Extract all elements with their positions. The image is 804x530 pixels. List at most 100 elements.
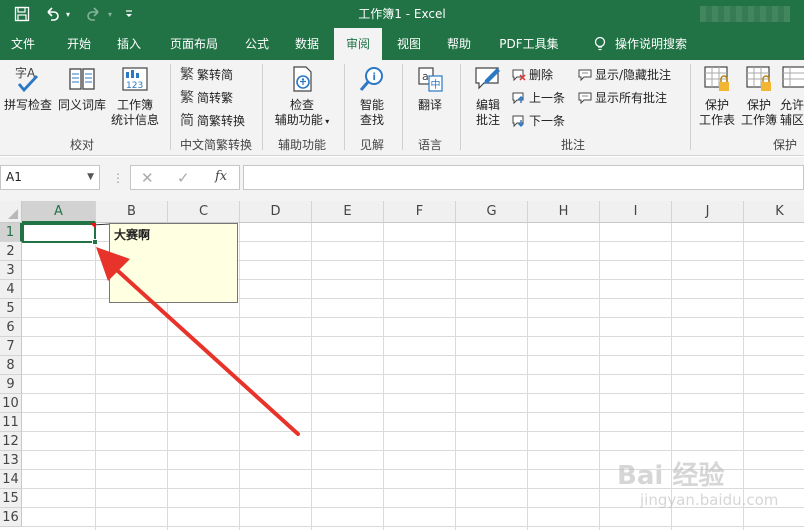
ribbon-tabs: 文件 开始 插入 页面布局 公式 数据 审阅 视图 帮助 PDF工具集 操作说明… [0, 28, 804, 60]
spreadsheet-grid: A B C D E F G H I J K 1 2 3 4 5 6 7 8 9 … [0, 201, 804, 530]
vertical-dots-icon[interactable]: ⋮ [112, 171, 124, 185]
chinese-conversion-icon: 简 [180, 112, 194, 129]
group-label-chinese-conversion: 中文简繁转换 [179, 138, 252, 152]
trad-to-simp-label: 繁转简 [197, 68, 234, 82]
group-label-comments: 批注 [560, 138, 585, 152]
show-hide-comment-icon [578, 69, 592, 81]
group-label-protect: 保护 [772, 138, 797, 152]
protect-sheet-label-1: 保护 [704, 98, 729, 112]
group-label-proofing: 校对 [69, 138, 94, 152]
delete-comment-button[interactable]: 删除 [512, 66, 553, 83]
smart-lookup-label-1: 智能 [359, 98, 384, 112]
edit-comment-label-1: 编辑 [475, 98, 500, 112]
show-all-comments-label: 显示所有批注 [595, 91, 668, 105]
svg-text:a: a [422, 70, 429, 83]
svg-text:i: i [373, 72, 376, 83]
thesaurus-label: 同义词库 [57, 98, 106, 112]
spell-check-button[interactable]: 字A 拼写检查 [2, 64, 54, 122]
next-comment-label: 下一条 [529, 114, 566, 128]
thesaurus-icon [69, 68, 95, 90]
show-all-comments-icon [578, 92, 592, 104]
protect-workbook-icon [746, 66, 771, 91]
formula-input[interactable] [243, 165, 804, 190]
ribbon-review: 字A 拼写检查 同义词库 123 工作簿 统计信息 校对 繁 繁转简 繁 简转繁… [0, 60, 804, 156]
check-accessibility-button[interactable]: 检查 辅助功能 ▾ [266, 64, 338, 132]
group-label-insights: 见解 [359, 138, 384, 152]
previous-comment-icon [512, 92, 524, 104]
show-all-comments-button[interactable]: 显示所有批注 [578, 89, 667, 106]
workbook-statistics-label-1: 工作簿 [116, 98, 153, 112]
group-separator [170, 64, 171, 150]
edit-comment-icon [475, 67, 500, 90]
allow-edit-ranges-label-1: 允许 [780, 98, 804, 112]
tell-me-label: 操作说明搜索 [614, 37, 687, 51]
confirm-icon[interactable]: ✓ [177, 169, 190, 187]
previous-comment-button[interactable]: 上一条 [512, 89, 565, 106]
protect-sheet-icon [704, 66, 729, 91]
svg-text:字A: 字A [15, 65, 36, 80]
chinese-conversion-label: 简繁转换 [197, 114, 246, 128]
baidu-watermark-url: jingyan.baidu.com [640, 491, 779, 509]
formula-bar-area: A1 ▼ ⋮ ✕ ✓ fx [0, 157, 804, 201]
smart-lookup-label-2: 查找 [359, 113, 384, 127]
check-accessibility-label-2: 辅助功能 [274, 113, 323, 127]
blurred-account-area [700, 6, 790, 22]
cancel-icon[interactable]: ✕ [141, 169, 154, 187]
tab-page-layout[interactable]: 页面布局 [160, 28, 228, 60]
title-bar: ▾ ▾ 工作簿1 - Excel [0, 0, 804, 28]
smart-lookup-button[interactable]: i 智能 查找 [350, 64, 394, 132]
svg-text:123: 123 [126, 81, 143, 91]
spell-check-icon: 字A [15, 65, 39, 93]
allow-edit-ranges-label-2: 辅区 [780, 113, 804, 127]
translate-button[interactable]: a中 翻译 [408, 64, 452, 122]
delete-comment-label: 删除 [529, 68, 554, 82]
simp-to-trad-label: 简转繁 [197, 91, 234, 105]
accessibility-check-icon [293, 66, 312, 92]
show-hide-comment-label: 显示/隐藏批注 [595, 68, 672, 82]
translate-icon: a中 [418, 67, 443, 92]
svg-text:中: 中 [431, 78, 441, 91]
next-comment-icon [512, 115, 524, 127]
tab-insert[interactable]: 插入 [106, 28, 152, 60]
traditional-to-simplified-button[interactable]: 繁 繁转简 [180, 66, 233, 83]
tell-me-search[interactable]: 操作说明搜索 [580, 28, 700, 60]
name-box[interactable]: A1 ▼ [0, 165, 100, 190]
protect-sheet-label-2: 工作表 [698, 113, 735, 127]
trad-to-simp-icon: 繁 [180, 66, 194, 83]
tab-view[interactable]: 视图 [386, 28, 432, 60]
tab-home[interactable]: 开始 [56, 28, 102, 60]
next-comment-button[interactable]: 下一条 [512, 112, 565, 129]
baidu-watermark: Bai 经验 [617, 461, 725, 491]
allow-edit-ranges-icon [782, 66, 804, 88]
allow-edit-ranges-button[interactable]: 允许 辅区 [780, 64, 804, 132]
insert-function-icon[interactable]: fx [215, 169, 227, 184]
smart-lookup-icon: i [359, 67, 383, 91]
lightbulb-icon [594, 36, 606, 51]
chevron-down-icon[interactable]: ▼ [87, 166, 94, 189]
protect-workbook-label-2: 工作簿 [740, 113, 777, 127]
tab-formulas[interactable]: 公式 [234, 28, 280, 60]
window-title: 工作簿1 - Excel [358, 7, 446, 21]
tab-help[interactable]: 帮助 [436, 28, 482, 60]
previous-comment-label: 上一条 [529, 91, 566, 105]
tab-data[interactable]: 数据 [284, 28, 330, 60]
chinese-conversion-button[interactable]: 简 简繁转换 [180, 112, 245, 129]
workbook-statistics-button[interactable]: 123 工作簿 统计信息 [110, 64, 160, 128]
protect-workbook-button[interactable]: 保护 工作簿 [740, 64, 778, 132]
tab-pdf-tools[interactable]: PDF工具集 [490, 28, 568, 60]
tab-file[interactable]: 文件 [0, 28, 46, 60]
protect-sheet-button[interactable]: 保护 工作表 [696, 64, 738, 132]
chevron-down-icon: ▾ [322, 117, 330, 126]
show-hide-comment-button[interactable]: 显示/隐藏批注 [578, 66, 671, 83]
thesaurus-button[interactable]: 同义词库 [56, 64, 108, 122]
spell-check-label: 拼写检查 [3, 98, 52, 112]
group-separator [690, 64, 691, 150]
workbook-statistics-label-2: 统计信息 [110, 113, 159, 127]
workbook-statistics-icon: 123 [122, 67, 148, 91]
tab-review[interactable]: 审阅 [334, 28, 382, 60]
group-label-accessibility: 辅助功能 [277, 138, 326, 152]
simplified-to-traditional-button[interactable]: 繁 简转繁 [180, 89, 233, 106]
formula-buttons: ✕ ✓ fx [130, 165, 240, 190]
simp-to-trad-icon: 繁 [180, 89, 194, 106]
edit-comment-button[interactable]: 编辑 批注 [466, 64, 510, 132]
